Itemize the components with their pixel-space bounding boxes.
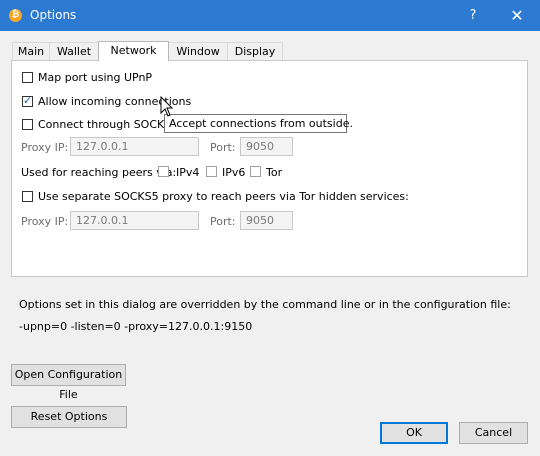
tooltip: Accept connections from outside.: [164, 114, 353, 133]
separate-socks5-checkbox[interactable]: [22, 191, 33, 202]
window-title: Options: [30, 8, 77, 22]
tab-wallet[interactable]: Wallet: [49, 42, 99, 60]
bitcoin-icon: ₿: [9, 9, 22, 22]
reset-options-button[interactable]: Reset Options: [11, 406, 127, 428]
upnp-checkbox[interactable]: [22, 72, 33, 83]
separate-socks5-label: Use separate SOCKS5 proxy to reach peers…: [38, 190, 409, 203]
overridden-args: -upnp=0 -listen=0 -proxy=127.0.0.1:9150: [19, 320, 253, 333]
overridden-note: Options set in this dialog are overridde…: [19, 298, 511, 311]
ipv4-checkbox[interactable]: [158, 166, 169, 177]
allow-incoming-checkbox[interactable]: [22, 94, 33, 107]
tab-window[interactable]: Window: [168, 42, 228, 60]
tor-port-label: Port:: [210, 215, 236, 228]
tor-proxy-ip-field[interactable]: 127.0.0.1: [70, 211, 199, 230]
title-bar: ₿ Options ? ✕: [0, 0, 540, 31]
tor-port-field[interactable]: 9050: [240, 211, 293, 230]
ipv4-label: IPv4: [176, 166, 200, 179]
ipv6-label: IPv6: [222, 166, 246, 179]
tab-main[interactable]: Main: [12, 42, 50, 60]
ok-button[interactable]: OK: [380, 422, 448, 444]
close-icon[interactable]: ✕: [505, 6, 529, 26]
tab-display[interactable]: Display: [227, 42, 283, 60]
tor-label: Tor: [266, 166, 283, 179]
port-field[interactable]: 9050: [240, 137, 293, 156]
cancel-button[interactable]: Cancel: [459, 422, 528, 444]
proxy-ip-field[interactable]: 127.0.0.1: [70, 137, 199, 156]
proxy-ip-label: Proxy IP:: [21, 141, 69, 154]
tor-checkbox[interactable]: [250, 166, 261, 177]
tab-network[interactable]: Network: [98, 41, 169, 61]
port-label: Port:: [210, 141, 236, 154]
open-config-button[interactable]: Open Configuration File: [11, 364, 126, 401]
help-button[interactable]: ?: [461, 7, 485, 25]
socks5-checkbox[interactable]: [22, 119, 33, 130]
reach-peers-label: Used for reaching peers via:: [21, 166, 177, 179]
ipv6-checkbox[interactable]: [206, 166, 217, 177]
tor-proxy-ip-label: Proxy IP:: [21, 215, 69, 228]
upnp-label: Map port using UPnP: [38, 71, 153, 84]
mouse-cursor-icon: [160, 96, 174, 117]
